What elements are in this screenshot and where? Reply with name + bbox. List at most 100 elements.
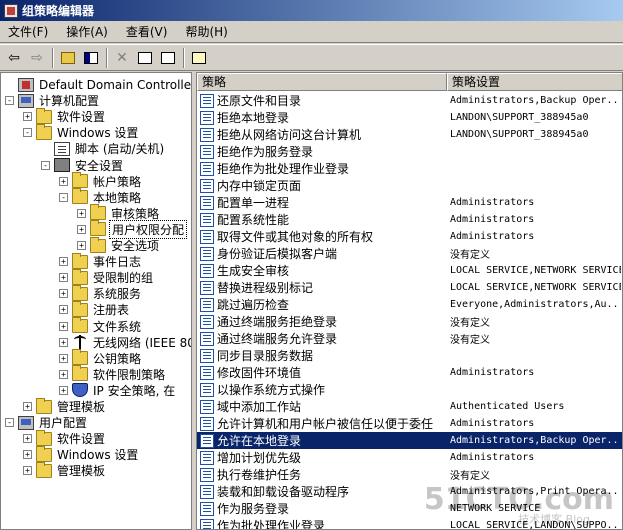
expand-icon[interactable]: + [59, 257, 68, 267]
expand-icon[interactable]: + [59, 353, 68, 363]
tree-node[interactable]: Default Domain Controllers P [5, 76, 191, 93]
table-row[interactable]: 配置系统性能 Administrators [197, 211, 622, 228]
back-arrow-icon[interactable]: ⇦ [3, 47, 25, 69]
tree-node[interactable]: + 注册表 [59, 300, 131, 318]
tree-node[interactable]: + 管理模板 [23, 397, 107, 415]
tree-node[interactable]: + IP 安全策略, 在 [59, 382, 177, 399]
folder-icon [36, 397, 52, 414]
folder-icon [72, 365, 88, 382]
menu-action[interactable]: 操作(A) [60, 21, 114, 42]
column-header-setting[interactable]: 策略设置 [447, 73, 622, 91]
expand-icon[interactable]: + [23, 450, 32, 460]
menu-file[interactable]: 文件(F) [2, 21, 54, 42]
expand-icon[interactable]: + [77, 241, 86, 250]
tree-node[interactable]: + 系统服务 [59, 284, 143, 302]
table-row[interactable]: 内存中锁定页面 [197, 177, 622, 194]
toolbar: ⇦ ⇨ ✕ [0, 44, 623, 71]
collapse-icon[interactable]: - [41, 160, 50, 170]
help-icon[interactable] [188, 47, 210, 69]
table-row[interactable]: 修改固件环境值 Administrators [197, 364, 622, 381]
collapse-icon[interactable]: - [5, 96, 14, 106]
tree-node[interactable]: + 软件限制策略 [59, 365, 167, 383]
table-row[interactable]: 拒绝本地登录 LANDON\SUPPORT_388945a0 [197, 109, 622, 126]
table-row[interactable]: 还原文件和目录 Administrators,Backup Oper... [197, 92, 622, 109]
tree-node[interactable]: - 用户配置 [5, 414, 89, 431]
up-folder-icon[interactable] [57, 47, 79, 69]
expand-icon[interactable]: + [59, 385, 68, 395]
tree-node[interactable]: + 公钥策略 [59, 349, 143, 367]
expand-icon[interactable]: + [59, 176, 68, 186]
expand-icon[interactable]: + [59, 273, 68, 283]
table-row[interactable]: 身份验证后模拟客户端 没有定义 [197, 245, 622, 262]
table-row[interactable]: 拒绝从网络访问这台计算机 LANDON\SUPPORT_388945a0 [197, 126, 622, 143]
policy-setting: 没有定义 [450, 471, 490, 482]
delete-icon[interactable]: ✕ [111, 47, 133, 69]
table-row[interactable]: 拒绝作为服务登录 [197, 143, 622, 160]
export-list-icon[interactable] [157, 47, 179, 69]
tree-node[interactable]: + 软件设置 [23, 429, 107, 447]
table-row[interactable]: 增加计划优先级 Administrators [197, 449, 622, 466]
tree-node[interactable]: - 计算机配置 [5, 92, 101, 109]
collapse-icon[interactable]: - [23, 128, 32, 138]
expand-icon[interactable]: + [77, 208, 86, 218]
show-hide-tree-icon[interactable] [80, 47, 102, 69]
table-row[interactable]: 通过终端服务允许登录 没有定义 [197, 330, 622, 347]
table-row[interactable]: 装载和卸载设备驱动程序 Administrators,Print Opera... [197, 483, 622, 500]
tree-node[interactable]: + 事件日志 [59, 252, 143, 270]
column-header-policy[interactable]: 策略 [197, 73, 447, 91]
collapse-icon[interactable]: - [5, 418, 14, 428]
policy-list[interactable]: 策略 策略设置 51CTO.com 技术博客 Blog 还原文件和目录 Admin… [196, 72, 623, 530]
forward-arrow-icon[interactable]: ⇨ [26, 47, 48, 69]
table-row[interactable]: 同步目录服务数据 [197, 347, 622, 364]
table-row[interactable]: 跳过遍历检查 Everyone,Administrators,Au... [197, 296, 622, 313]
tree-node[interactable]: + 用户权限分配 [77, 219, 188, 239]
table-row[interactable]: 配置单一进程 Administrators [197, 194, 622, 211]
table-row[interactable]: 生成安全审核 LOCAL SERVICE,NETWORK SERVICE [197, 262, 622, 279]
tree-node[interactable]: + 管理模板 [23, 461, 107, 479]
tree-node[interactable]: - Windows 设置 [23, 123, 140, 141]
tree-node[interactable]: - 安全设置 [41, 157, 125, 174]
table-row[interactable]: 作为批处理作业登录 LOCAL SERVICE,LANDON\SUPPO... [197, 517, 622, 529]
tree-node[interactable]: + 帐户策略 [59, 172, 143, 190]
expand-icon[interactable]: + [59, 369, 68, 379]
tree-node[interactable]: + 安全选项 [77, 236, 161, 254]
tree-node[interactable]: - 本地策略 [59, 188, 143, 206]
expand-icon[interactable]: + [23, 402, 32, 411]
tree-node[interactable]: + Windows 设置 [23, 445, 140, 463]
expand-icon[interactable]: + [59, 321, 68, 331]
collapse-icon[interactable]: - [59, 192, 68, 202]
policy-icon [200, 246, 214, 261]
table-row[interactable]: 替换进程级别标记 LOCAL SERVICE,NETWORK SERVICE [197, 279, 622, 296]
table-row[interactable]: 拒绝作为批处理作业登录 [197, 160, 622, 177]
console-tree[interactable]: Default Domain Controllers P-计算机配置+软件设置-… [0, 72, 192, 530]
policy-icon [200, 365, 214, 380]
policy-name: 域中添加工作站 [217, 400, 302, 414]
tree-node[interactable]: + 受限制的组 [59, 268, 155, 286]
expand-icon[interactable]: + [77, 224, 86, 234]
properties-icon[interactable] [134, 47, 156, 69]
table-row[interactable]: 允许在本地登录 Administrators,Backup Oper... [197, 432, 622, 449]
tree-node[interactable]: 脚本 (启动/关机) [41, 140, 166, 157]
table-row[interactable]: 作为服务登录 NETWORK SERVICE [197, 500, 622, 517]
expand-icon[interactable]: + [59, 305, 68, 315]
tree-node[interactable]: + 文件系统 [59, 317, 143, 335]
menu-view[interactable]: 查看(V) [120, 21, 174, 42]
shield-icon [72, 383, 88, 398]
expand-icon[interactable]: + [59, 337, 68, 347]
table-row[interactable]: 执行卷维护任务 没有定义 [197, 466, 622, 483]
folder-icon [72, 252, 88, 269]
table-row[interactable]: 取得文件或其他对象的所有权 Administrators [197, 228, 622, 245]
table-row[interactable]: 允许计算机和用户帐户被信任以便于委任 Administrators [197, 415, 622, 432]
menu-help[interactable]: 帮助(H) [179, 21, 233, 42]
expand-icon[interactable]: + [23, 434, 32, 444]
folder-icon [72, 317, 88, 333]
table-row[interactable]: 域中添加工作站 Authenticated Users [197, 398, 622, 415]
expand-icon[interactable]: + [59, 289, 68, 299]
policy-setting: 没有定义 [450, 335, 490, 346]
expand-icon[interactable]: + [23, 466, 32, 476]
tree-node[interactable]: + 软件设置 [23, 107, 107, 125]
table-row[interactable]: 通过终端服务拒绝登录 没有定义 [197, 313, 622, 330]
table-row[interactable]: 以操作系统方式操作 [197, 381, 622, 398]
expand-icon[interactable]: + [23, 112, 32, 122]
tree-node[interactable]: + 无线网络 (IEEE 80 [59, 334, 191, 351]
